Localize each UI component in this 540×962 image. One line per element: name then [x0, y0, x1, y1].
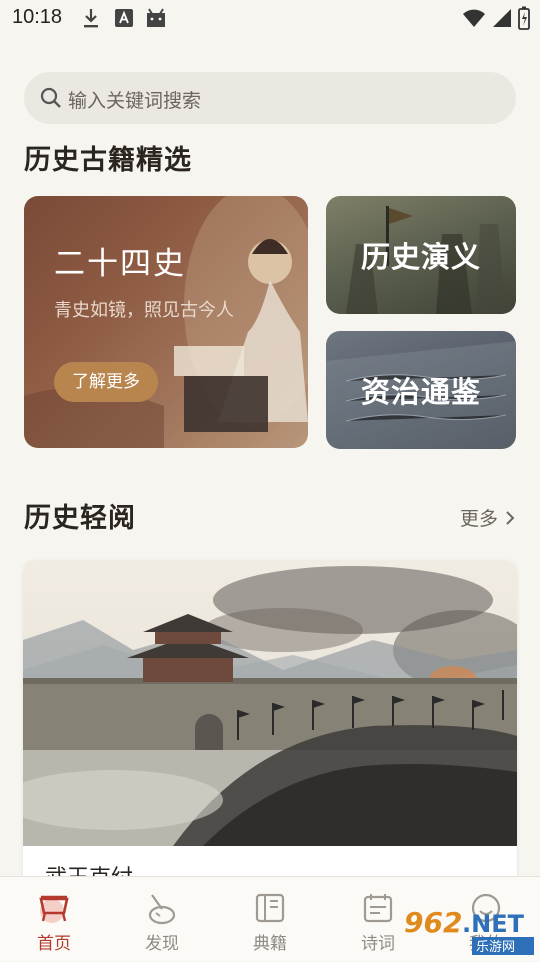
svg-text:962: 962: [404, 906, 462, 939]
scholar-illustration: [24, 196, 308, 448]
more-label: 更多: [459, 508, 498, 530]
tab-classics[interactable]: 典籍: [216, 877, 324, 961]
android-icon: [144, 7, 168, 33]
status-bar: 10:18: [0, 0, 540, 36]
section-title-light-reading: 历史轻阅: [24, 503, 136, 534]
battle-illustration: [23, 560, 517, 846]
battery-icon: [518, 6, 530, 34]
tab-home-label: 首页: [37, 934, 71, 954]
calendar-poem-icon: [360, 891, 396, 925]
card-twenty-four-histories[interactable]: 二十四史 青史如镜，照见古今人 了解更多: [24, 196, 308, 448]
tab-discover-label: 发现: [145, 934, 179, 954]
tab-discover[interactable]: 发现: [108, 877, 216, 961]
svg-text:乐游网: 乐游网: [476, 940, 515, 955]
card-main-subtitle: 青史如镜，照见古今人: [54, 300, 234, 321]
search-placeholder: 输入关键词搜索: [68, 90, 202, 112]
card-side2-title: 资治通鉴: [360, 375, 481, 409]
card-zizhi-tongjian[interactable]: 资治通鉴: [326, 331, 516, 449]
watermark-logo: 962 .NET 乐游网: [400, 900, 538, 958]
card-side1-title: 历史演义: [360, 240, 481, 274]
section-title-classics: 历史古籍精选: [24, 145, 192, 176]
svg-text:.NET: .NET: [462, 910, 525, 938]
feature-article-card[interactable]: 武王克纣: [23, 560, 517, 890]
book-icon: [252, 891, 288, 925]
more-link[interactable]: 更多: [460, 504, 516, 532]
learn-more-button[interactable]: 了解更多: [54, 362, 158, 402]
chevron-right-icon: [504, 509, 516, 532]
card-main-title: 二十四史: [54, 246, 186, 282]
signal-icon: [490, 8, 512, 32]
card-historical-romance[interactable]: 历史演义: [326, 196, 516, 314]
search-icon: [40, 87, 62, 113]
download-icon: [82, 7, 100, 33]
cauldron-icon: [36, 891, 72, 925]
wifi-icon: [462, 8, 486, 32]
status-time: 10:18: [12, 6, 63, 28]
tab-home[interactable]: 首页: [0, 877, 108, 961]
tab-classics-label: 典籍: [253, 934, 287, 954]
font-icon: [114, 7, 134, 33]
discover-icon: [144, 891, 180, 925]
search-bar[interactable]: 输入关键词搜索: [24, 72, 516, 124]
